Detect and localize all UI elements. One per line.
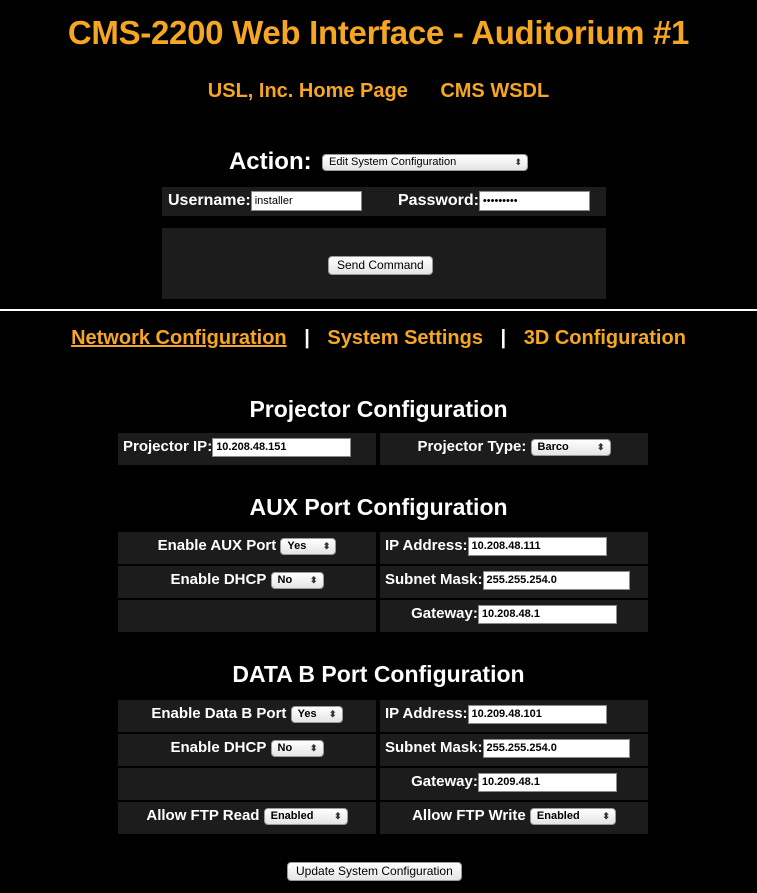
- cms-wsdl-link[interactable]: CMS WSDL: [440, 80, 549, 102]
- datab-gateway-input[interactable]: 10.209.48.1: [477, 772, 617, 792]
- username-input[interactable]: installer: [250, 191, 362, 211]
- datab-mask-label: Subnet Mask:: [385, 739, 483, 757]
- aux-ip-cell: IP Address: 10.208.48.111: [380, 532, 648, 564]
- aux-gateway-cell: Gateway: 10.208.48.1: [380, 600, 648, 632]
- password-group: Password: •••••••••: [398, 191, 590, 211]
- datab-mask-input[interactable]: 255.255.254.0: [482, 738, 630, 758]
- aux-enable-cell: Enable AUX Port Yes ⬍: [118, 532, 376, 564]
- tab-separator: |: [304, 327, 310, 349]
- password-label: Password:: [398, 192, 479, 209]
- datab-enable-value: Yes: [297, 707, 317, 720]
- aux-dhcp-cell: Enable DHCP No ⬍: [118, 566, 376, 598]
- aux-mask-input[interactable]: 255.255.254.0: [482, 570, 630, 590]
- datab-section-title: DATA B Port Configuration: [232, 661, 525, 687]
- top-links: USL, Inc. Home Page CMS WSDL: [0, 80, 757, 103]
- action-row: Action: Edit System Configuration ⬍: [0, 148, 757, 176]
- datab-ip-input[interactable]: 10.209.48.101: [467, 704, 607, 724]
- home-page-link[interactable]: USL, Inc. Home Page: [208, 80, 408, 102]
- datab-ip-cell: IP Address: 10.209.48.101: [380, 700, 648, 732]
- datab-gateway-label: Gateway:: [411, 773, 478, 791]
- ftp-write-select[interactable]: Enabled ⬍: [529, 807, 616, 825]
- projector-type-label: Projector Type:: [417, 438, 527, 456]
- section-divider: [0, 309, 757, 311]
- updown-arrow-icon: ⬍: [329, 708, 337, 719]
- projector-section-title: Projector Configuration: [249, 396, 508, 422]
- aux-dhcp-value: No: [277, 573, 293, 586]
- datab-enable-select[interactable]: Yes ⬍: [290, 705, 343, 723]
- updown-arrow-icon: ⬍: [322, 540, 331, 551]
- aux-empty-cell: [118, 600, 376, 632]
- tab-system-settings[interactable]: System Settings: [327, 327, 483, 349]
- ftp-read-select[interactable]: Enabled ⬍: [263, 807, 348, 825]
- datab-mask-cell: Subnet Mask: 255.255.254.0: [380, 734, 648, 766]
- aux-mask-label: Subnet Mask:: [385, 571, 483, 589]
- ftp-read-label: Allow FTP Read: [146, 807, 260, 825]
- username-label: Username:: [168, 192, 251, 209]
- updown-arrow-icon: ⬍: [309, 742, 318, 753]
- tab-separator: |: [500, 327, 507, 349]
- projector-type-value: Barco: [537, 440, 569, 453]
- action-select[interactable]: Edit System Configuration ⬍: [322, 153, 529, 171]
- password-input[interactable]: •••••••••: [478, 191, 590, 211]
- credentials-box: Username: installer Password: •••••••••: [162, 187, 606, 216]
- updown-arrow-icon: ⬍: [597, 441, 605, 452]
- ftp-read-value: Enabled: [270, 809, 314, 822]
- datab-ftp-read-cell: Allow FTP Read Enabled ⬍: [118, 802, 376, 834]
- aux-enable-value: Yes: [287, 539, 307, 552]
- update-system-configuration-button[interactable]: Update System Configuration: [287, 862, 462, 881]
- page-title: CMS-2200 Web Interface - Auditorium #1: [67, 14, 690, 51]
- aux-enable-select[interactable]: Yes ⬍: [280, 537, 337, 555]
- projector-type-cell: Projector Type: Barco ⬍: [380, 433, 648, 465]
- datab-enable-label: Enable Data B Port: [151, 705, 287, 723]
- send-command-box: Send Command: [162, 228, 606, 299]
- datab-dhcp-value: No: [277, 741, 293, 754]
- datab-empty-cell: [118, 768, 376, 800]
- datab-ftp-write-cell: Allow FTP Write Enabled ⬍: [380, 802, 648, 834]
- aux-dhcp-label: Enable DHCP: [170, 571, 267, 589]
- datab-enable-cell: Enable Data B Port Yes ⬍: [118, 700, 376, 732]
- aux-ip-label: IP Address:: [385, 537, 468, 555]
- tab-network-configuration[interactable]: Network Configuration: [71, 327, 287, 349]
- updown-arrow-icon: ⬍: [334, 810, 342, 821]
- datab-dhcp-cell: Enable DHCP No ⬍: [118, 734, 376, 766]
- updown-arrow-icon: ⬍: [309, 574, 318, 585]
- projector-ip-input[interactable]: 10.208.48.151: [212, 437, 352, 457]
- datab-gateway-cell: Gateway: 10.209.48.1: [380, 768, 648, 800]
- tab-3d-configuration[interactable]: 3D Configuration: [524, 327, 686, 349]
- aux-section-title: AUX Port Configuration: [249, 494, 508, 520]
- send-command-button[interactable]: Send Command: [328, 256, 433, 275]
- projector-type-select[interactable]: Barco ⬍: [530, 438, 611, 456]
- username-group: Username: installer: [168, 191, 362, 211]
- config-tabs: Network Configuration | System Settings …: [0, 327, 757, 350]
- aux-ip-input[interactable]: 10.208.48.111: [467, 536, 607, 556]
- datab-dhcp-label: Enable DHCP: [170, 739, 267, 757]
- aux-mask-cell: Subnet Mask: 255.255.254.0: [380, 566, 648, 598]
- aux-gateway-input[interactable]: 10.208.48.1: [477, 604, 617, 624]
- aux-enable-label: Enable AUX Port: [157, 537, 277, 555]
- updown-arrow-icon: ⬍: [514, 156, 523, 167]
- datab-ip-label: IP Address:: [385, 705, 468, 723]
- datab-dhcp-select[interactable]: No ⬍: [270, 739, 324, 757]
- aux-dhcp-select[interactable]: No ⬍: [270, 571, 324, 589]
- updown-arrow-icon: ⬍: [602, 810, 610, 821]
- projector-ip-label: Projector IP:: [123, 438, 213, 456]
- ftp-write-label: Allow FTP Write: [412, 807, 526, 825]
- action-select-value: Edit System Configuration: [329, 155, 457, 168]
- aux-gateway-label: Gateway:: [411, 605, 478, 623]
- action-label: Action:: [228, 148, 312, 175]
- projector-ip-cell: Projector IP: 10.208.48.151: [118, 433, 376, 465]
- ftp-write-value: Enabled: [536, 809, 580, 822]
